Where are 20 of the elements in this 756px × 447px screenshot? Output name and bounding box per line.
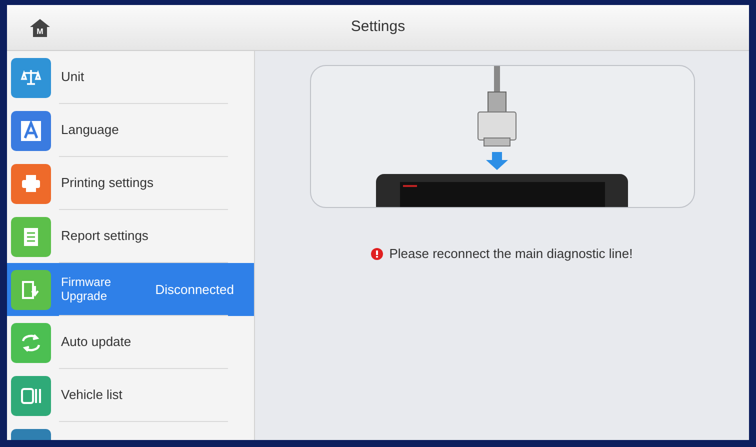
warning-icon [371,248,384,260]
sidebar-item[interactable]: Printing settings [7,157,254,210]
item-label: Report settings [61,229,148,244]
item-label: Firmware Upgrade [61,276,112,304]
sidebar-item[interactable]: Auto update [7,316,254,369]
home-icon[interactable]: M [29,18,51,38]
item-label: Language [61,123,119,138]
item-label: Auto update [61,335,132,350]
sidebar-item[interactable]: Language [7,104,254,157]
item-label: Vehicle list [61,388,122,403]
sidebar-item[interactable]: Vehicle list [7,369,254,422]
item-label: Unit [61,70,84,85]
sidebar-item[interactable]: Unit [7,51,254,104]
page-title: Settings [350,17,406,38]
item-label: Printing settings [61,176,154,191]
sidebar-item[interactable]: Report settings [7,210,254,263]
sidebar-item[interactable]: Firmware Upgrade Disconnected [7,263,254,316]
error-message: Please reconnect the main diagnostic line! [389,245,633,263]
letter-icon [19,118,43,142]
status-text: Disconnected [155,280,234,299]
